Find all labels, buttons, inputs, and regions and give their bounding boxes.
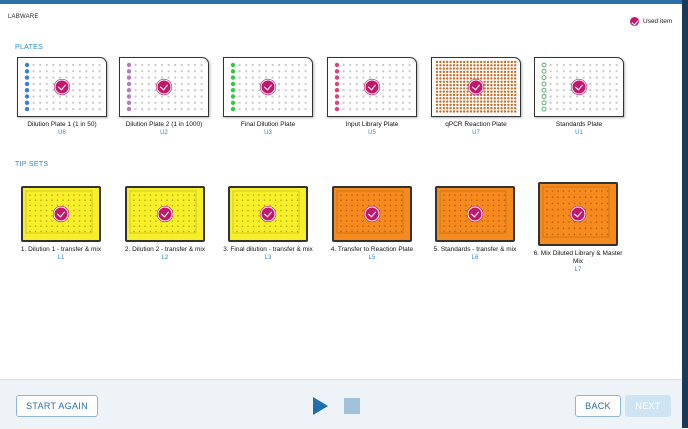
tip-set-item[interactable]: 5. Standards - transfer & mix L6: [425, 186, 525, 262]
tip-set-name: 3. Final dilution - transfer & mix: [223, 246, 313, 253]
tip-set-item[interactable]: 6. Mix Diluted Library & Master Mix L7: [528, 182, 628, 274]
section-tip-sets: TIP SETS: [15, 161, 49, 168]
plate-item[interactable]: Dilution Plate 1 (1 in 50) U6: [12, 57, 112, 137]
play-icon[interactable]: [313, 397, 328, 415]
check-icon: [260, 79, 276, 95]
check-icon: [571, 79, 587, 95]
start-again-button[interactable]: START AGAIN: [16, 395, 98, 417]
tip-set-item[interactable]: 2. Dilution 2 - transfer & mix L2: [115, 186, 215, 262]
tip-set-location: L5: [368, 255, 376, 261]
tip-rack-icon: [435, 186, 515, 242]
check-icon: [570, 206, 586, 222]
plate-icon: [223, 57, 313, 117]
section-plates: PLATES: [15, 44, 44, 51]
check-icon: [364, 206, 380, 222]
plate-location: U3: [264, 130, 272, 136]
back-button[interactable]: BACK: [575, 395, 621, 417]
check-icon: [54, 79, 70, 95]
tip-set-location: L7: [574, 267, 582, 273]
tip-set-name: 5. Standards - transfer & mix: [433, 246, 517, 253]
plate-item[interactable]: Standards Plate U1: [529, 57, 629, 137]
plate-name: qPCR Reaction Plate: [445, 121, 507, 128]
plate-location: U1: [575, 130, 583, 136]
check-icon: [467, 206, 483, 222]
check-icon: [260, 206, 276, 222]
legend-label: Used item: [643, 18, 673, 25]
used-item-check-icon: [630, 17, 639, 26]
tip-set-name: 2. Dilution 2 - transfer & mix: [124, 246, 206, 253]
plate-icon: [431, 57, 521, 117]
tip-rack-icon: [228, 186, 308, 242]
tip-rack-icon: [332, 186, 412, 242]
tip-rack-icon: [538, 182, 618, 246]
tip-set-item[interactable]: 3. Final dilution - transfer & mix L3: [218, 186, 318, 262]
next-button[interactable]: NEXT: [625, 395, 671, 417]
tip-set-name: 6. Mix Diluted Library & Master Mix: [533, 250, 623, 265]
plate-name: Dilution Plate 2 (1 in 1000): [125, 121, 203, 128]
window-right-edge: [682, 0, 688, 428]
plate-name: Dilution Plate 1 (1 in 50): [27, 121, 97, 128]
check-icon: [156, 79, 172, 95]
tip-set-location: L2: [161, 255, 169, 261]
page-title: LABWARE: [8, 14, 39, 20]
footer-bar: START AGAIN BACK NEXT: [0, 379, 682, 429]
tip-rack-icon: [125, 186, 205, 242]
plate-item[interactable]: Dilution Plate 2 (1 in 1000) U2: [114, 57, 214, 137]
plate-item[interactable]: Final Dilution Plate U3: [218, 57, 318, 137]
tip-set-location: L1: [57, 255, 65, 261]
plate-location: U7: [472, 130, 480, 136]
tip-set-item[interactable]: 1. Dilution 1 - transfer & mix L1: [11, 186, 111, 262]
tip-set-name: 4. Transfer to Reaction Plate: [330, 246, 414, 253]
tip-set-name: 1. Dilution 1 - transfer & mix: [20, 246, 102, 253]
plate-icon: [119, 57, 209, 117]
plate-location: U6: [58, 130, 66, 136]
check-icon: [157, 206, 173, 222]
plate-location: U2: [160, 130, 168, 136]
plate-location: U5: [368, 130, 376, 136]
plate-name: Input Library Plate: [345, 121, 399, 128]
plate-icon: [534, 57, 624, 117]
labware-panel: LABWARE Used item PLATES Dilution Plate …: [0, 4, 682, 379]
plate-icon: [17, 57, 107, 117]
plate-icon: [327, 57, 417, 117]
plate-item[interactable]: qPCR Reaction Plate U7: [426, 57, 526, 137]
tip-set-item[interactable]: 4. Transfer to Reaction Plate L5: [322, 186, 422, 262]
plate-name: Standards Plate: [555, 121, 603, 128]
check-icon: [53, 206, 69, 222]
check-icon: [364, 79, 380, 95]
plate-item[interactable]: Input Library Plate U5: [322, 57, 422, 137]
tip-rack-icon: [21, 186, 101, 242]
tip-set-location: L3: [264, 255, 272, 261]
check-icon: [468, 79, 484, 95]
tip-set-location: L6: [471, 255, 479, 261]
stop-icon[interactable]: [344, 398, 360, 414]
plate-name: Final Dilution Plate: [240, 121, 296, 128]
legend: Used item: [630, 17, 672, 26]
